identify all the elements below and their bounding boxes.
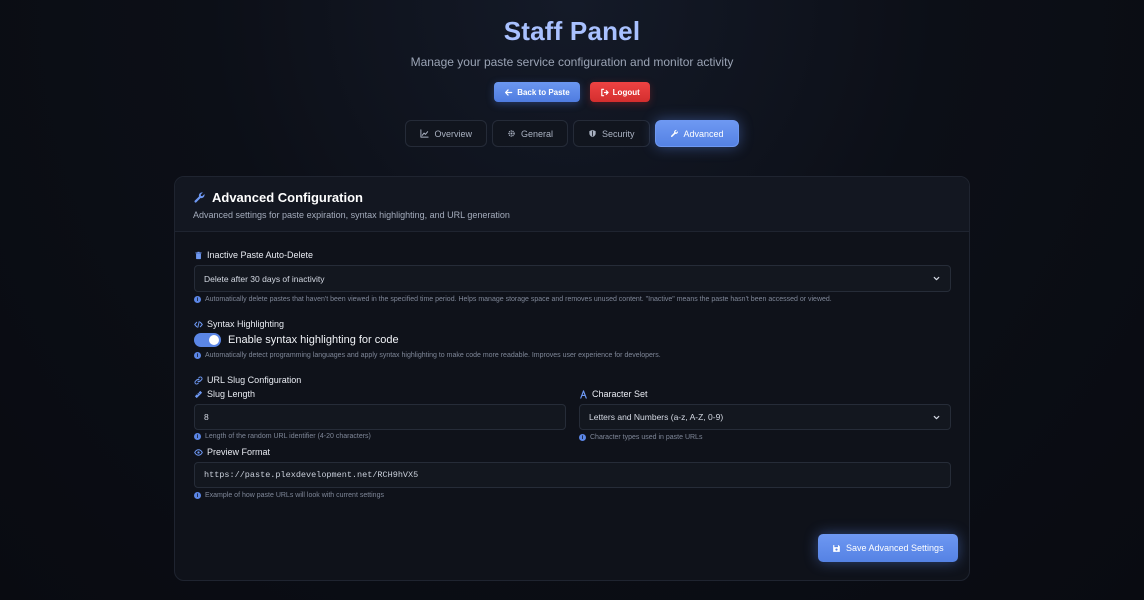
tab-general-label: General	[520, 128, 553, 139]
back-to-paste-button[interactable]: Back to Paste	[494, 82, 580, 102]
wrench-icon	[670, 129, 679, 138]
charset-value: Letters and Numbers (a-z, A-Z, 0-9)	[589, 412, 724, 422]
shield-icon	[588, 129, 597, 138]
toggle-knob	[209, 335, 219, 345]
chevron-down-icon	[932, 413, 941, 422]
info-icon: i	[194, 296, 201, 303]
auto-delete-label-row: Inactive Paste Auto-Delete	[194, 250, 313, 260]
logout-icon	[600, 88, 609, 97]
link-icon	[194, 375, 203, 385]
tab-advanced[interactable]: Advanced	[654, 120, 739, 147]
info-icon: i	[194, 492, 201, 499]
info-icon: i	[194, 433, 201, 440]
syntax-help: i Automatically detect programming langu…	[194, 352, 951, 359]
page-header: Staff Panel Manage your paste service co…	[0, 16, 1144, 69]
slug-section-label: URL Slug Configuration	[207, 375, 302, 385]
slug-length-input[interactable]: 8	[194, 404, 566, 430]
tab-advanced-label: Advanced	[683, 128, 724, 139]
gear-icon	[507, 129, 516, 138]
auto-delete-label: Inactive Paste Auto-Delete	[207, 250, 314, 260]
save-advanced-settings-button[interactable]: Save Advanced Settings	[818, 534, 958, 562]
card-title: Advanced Configuration	[212, 190, 363, 205]
preview-format-value: https://paste.plexdevelopment.net/RCH9hV…	[204, 470, 419, 480]
slug-length-value: 8	[204, 412, 209, 422]
top-actions: Back to Paste Logout	[0, 82, 1144, 102]
trash-icon	[194, 251, 203, 260]
preview-label-row: Preview Format	[194, 447, 270, 457]
tab-bar: Overview General Security Advanced	[0, 120, 1144, 147]
syntax-help-text: Automatically detect programming languag…	[205, 352, 661, 359]
slug-section-label-row: URL Slug Configuration	[194, 375, 301, 385]
charset-label: Character Set	[592, 389, 648, 399]
tab-overview[interactable]: Overview	[405, 120, 487, 147]
preview-format-field: https://paste.plexdevelopment.net/RCH9hV…	[194, 462, 951, 488]
save-icon	[832, 544, 841, 553]
tab-overview-label: Overview	[434, 128, 472, 139]
slug-length-label: Slug Length	[207, 389, 256, 399]
page-subtitle: Manage your paste service configuration …	[410, 55, 734, 69]
syntax-highlighting-toggle[interactable]	[194, 333, 221, 347]
page-title: Staff Panel	[503, 16, 641, 46]
eye-icon	[194, 448, 203, 457]
back-to-paste-label: Back to Paste	[517, 87, 570, 97]
syntax-toggle-row: Enable syntax highlighting for code	[194, 333, 399, 347]
preview-help: i Example of how paste URLs will look wi…	[194, 492, 384, 499]
arrow-left-icon	[504, 88, 513, 97]
chevron-down-icon	[932, 274, 941, 283]
wrench-icon	[193, 191, 206, 204]
advanced-config-card: Advanced Configuration Advanced settings…	[174, 176, 970, 581]
code-icon	[194, 320, 203, 329]
syntax-toggle-label: Enable syntax highlighting for code	[228, 334, 399, 346]
info-icon: i	[194, 352, 201, 359]
charset-help: i Character types used in paste URLs	[579, 434, 702, 441]
slug-length-label-row: Slug Length	[194, 389, 255, 399]
tab-security-label: Security	[602, 128, 635, 139]
save-advanced-settings-label: Save Advanced Settings	[846, 543, 944, 553]
charset-label-row: Character Set	[579, 389, 648, 399]
syntax-label: Syntax Highlighting	[207, 319, 285, 329]
auto-delete-help: i Automatically delete pastes that haven…	[194, 296, 951, 303]
logout-label: Logout	[612, 87, 640, 97]
preview-help-text: Example of how paste URLs will look with…	[205, 492, 384, 499]
slug-length-help-text: Length of the random URL identifier (4-2…	[205, 433, 371, 440]
card-description: Advanced settings for paste expiration, …	[193, 210, 510, 220]
card-header: Advanced Configuration Advanced settings…	[175, 177, 969, 232]
syntax-label-row: Syntax Highlighting	[194, 319, 284, 329]
charset-help-text: Character types used in paste URLs	[590, 434, 703, 441]
tab-security[interactable]: Security	[573, 120, 650, 147]
preview-label: Preview Format	[207, 447, 271, 457]
info-icon: i	[579, 434, 586, 441]
auto-delete-select[interactable]: Delete after 30 days of inactivity	[194, 265, 951, 292]
slug-length-help: i Length of the random URL identifier (4…	[194, 433, 371, 440]
auto-delete-value: Delete after 30 days of inactivity	[204, 273, 325, 284]
ruler-icon	[194, 390, 203, 399]
font-icon	[579, 389, 588, 399]
chart-icon	[420, 129, 430, 138]
logout-button[interactable]: Logout	[589, 82, 650, 102]
charset-select[interactable]: Letters and Numbers (a-z, A-Z, 0-9)	[579, 404, 951, 430]
auto-delete-help-text: Automatically delete pastes that haven't…	[205, 296, 832, 303]
tab-general[interactable]: General	[491, 120, 568, 147]
